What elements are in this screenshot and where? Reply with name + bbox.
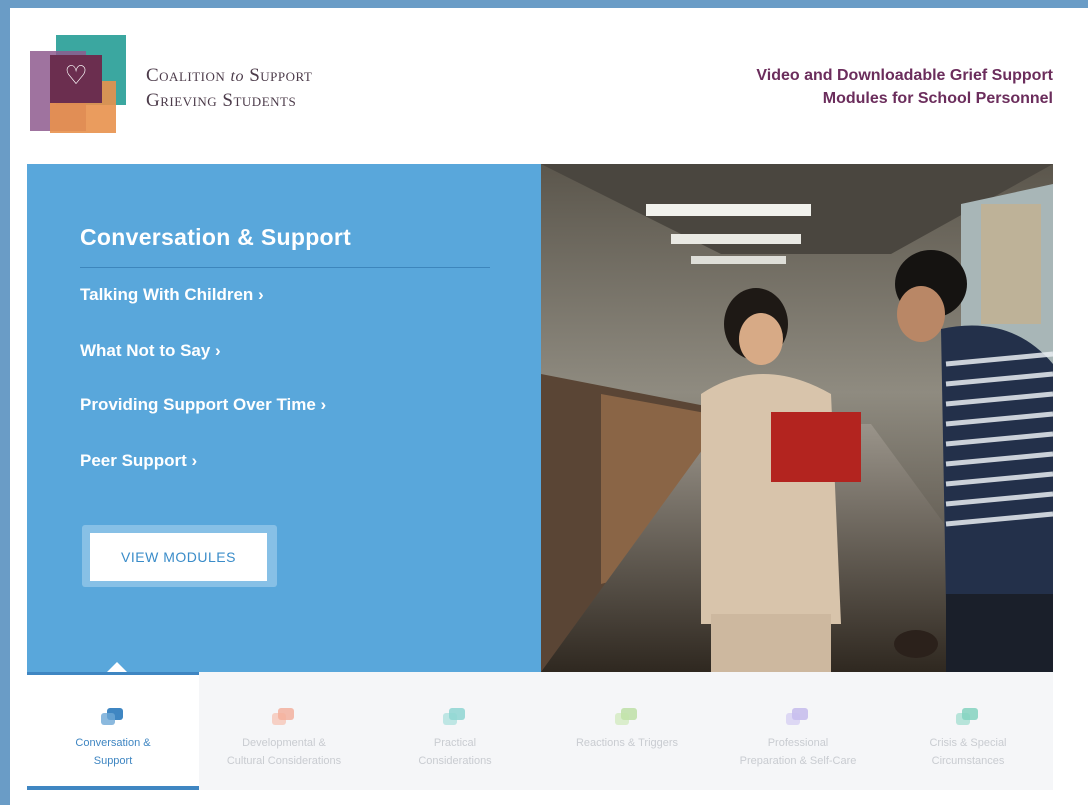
chat-bubbles-icon: [101, 708, 125, 726]
tab-conversation-support[interactable]: Conversation & Support: [27, 662, 199, 790]
tab-label: Developmental & Cultural Considerations: [226, 737, 342, 767]
logo-word-support: Support: [249, 65, 313, 86]
tab-practical-considerations[interactable]: Practical Considerations: [369, 672, 541, 790]
module-category-tabs: Conversation & Support Developmental & Cul…: [27, 662, 1053, 790]
chat-bubbles-icon: [615, 708, 639, 726]
logo-word-coalition: Coalition: [146, 65, 226, 86]
link-providing-support-over-time[interactable]: Providing Support Over Time ›: [80, 395, 326, 415]
tagline-line-1: Video and Downloadable Grief Support: [756, 67, 1053, 84]
tab-crisis-special[interactable]: Crisis & Special Circumstances: [883, 672, 1053, 790]
hallway-photo-illustration: [541, 164, 1053, 672]
active-tab-pointer: [107, 662, 127, 672]
tab-label: Conversation & Support: [75, 737, 151, 767]
hero-section: Conversation & Support Talking With Chil…: [27, 164, 1053, 672]
logo-line-2: Grieving Students: [146, 90, 297, 111]
tab-label: Professional Preparation & Self-Care: [739, 737, 857, 767]
logo-line-1: Coalition to Support: [146, 64, 312, 89]
hero-panel: Conversation & Support Talking With Chil…: [27, 164, 541, 672]
logo-mark[interactable]: ♡: [28, 33, 128, 137]
chat-bubbles-icon: [443, 708, 467, 726]
link-talking-with-children[interactable]: Talking With Children ›: [80, 285, 264, 305]
tab-label: Crisis & Special Circumstances: [929, 737, 1007, 767]
hero-divider: [80, 267, 490, 268]
logo-text[interactable]: Coalition to Support Grieving Students: [146, 64, 312, 113]
link-peer-support[interactable]: Peer Support ›: [80, 451, 197, 471]
site-tagline: Video and Downloadable Grief Support Mod…: [756, 64, 1053, 110]
logo-word-to: to: [230, 68, 244, 85]
tab-label: Reactions & Triggers: [575, 737, 679, 749]
chat-bubbles-icon: [956, 708, 980, 726]
tab-professional-preparation[interactable]: Professional Preparation & Self-Care: [713, 672, 883, 790]
tab-developmental-cultural[interactable]: Developmental & Cultural Considerations: [199, 672, 369, 790]
page-frame: ♡ Coalition to Support Grieving Students…: [10, 8, 1088, 805]
tab-label: Practical Considerations: [418, 737, 492, 767]
chat-bubbles-icon: [786, 708, 810, 726]
link-what-not-to-say[interactable]: What Not to Say ›: [80, 341, 221, 361]
view-modules-button[interactable]: VIEW MODULES: [90, 533, 267, 581]
chat-bubbles-icon: [272, 708, 296, 726]
hero-title: Conversation & Support: [80, 224, 352, 250]
hero-photo: [541, 164, 1053, 672]
tab-reactions-triggers[interactable]: Reactions & Triggers: [541, 672, 713, 790]
tagline-line-2: Modules for School Personnel: [822, 90, 1053, 107]
heart-apple-icon: ♡: [64, 61, 88, 91]
